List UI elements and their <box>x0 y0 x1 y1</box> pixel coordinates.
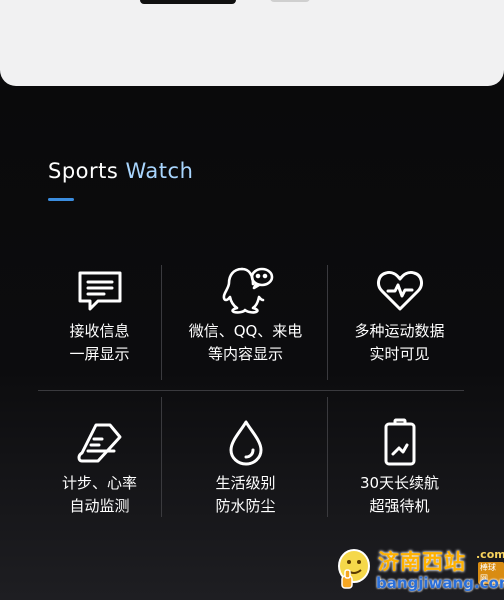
feature-waterproof: 生活级别 防水防尘 <box>174 397 317 542</box>
grid-divider <box>38 390 464 391</box>
title-part-sports: Sports <box>48 159 126 183</box>
shoe-icon <box>70 413 130 473</box>
section-title: Sports Watch <box>48 159 193 183</box>
feature-sports-data: 多种运动数据 实时可见 <box>328 245 471 390</box>
feature-label: 多种运动数据 实时可见 <box>354 322 445 363</box>
top-card <box>0 0 504 86</box>
feature-label: 微信、QQ、来电 等内容显示 <box>188 322 303 363</box>
watermark-url: bangjiwang.com <box>376 574 504 592</box>
top-notch-secondary <box>270 0 310 2</box>
feature-label: 生活级别 防水防尘 <box>215 474 276 515</box>
feature-messages: 接收信息 一屏显示 <box>28 245 171 390</box>
message-icon <box>70 261 130 321</box>
feature-step-heart: 计步、心率 自动监测 <box>28 397 171 542</box>
heart-rate-icon <box>370 261 430 321</box>
site-watermark: 济南西站 .com 棒球网 bangjiwang.com <box>336 544 504 600</box>
thumbs-up-face-icon <box>336 548 372 590</box>
feature-label: 接收信息 一屏显示 <box>69 322 130 363</box>
battery-icon <box>370 413 430 473</box>
feature-grid: 接收信息 一屏显示 微信、QQ、来电 等内容显示 多种运动数据 实时可见 计步、… <box>38 245 468 535</box>
feature-label: 计步、心率 自动监测 <box>61 474 137 515</box>
watermark-domain: .com <box>476 548 504 561</box>
qq-wechat-icon <box>216 261 276 321</box>
watermark-title: 济南西站 <box>378 550 466 574</box>
feature-label: 30天长续航 超强待机 <box>359 474 440 515</box>
feature-battery: 30天长续航 超强待机 <box>328 397 471 542</box>
top-notch <box>140 0 236 4</box>
water-drop-icon <box>216 413 276 473</box>
title-underline <box>48 198 74 201</box>
feature-social: 微信、QQ、来电 等内容显示 <box>174 245 317 390</box>
title-part-watch: Watch <box>125 159 194 183</box>
